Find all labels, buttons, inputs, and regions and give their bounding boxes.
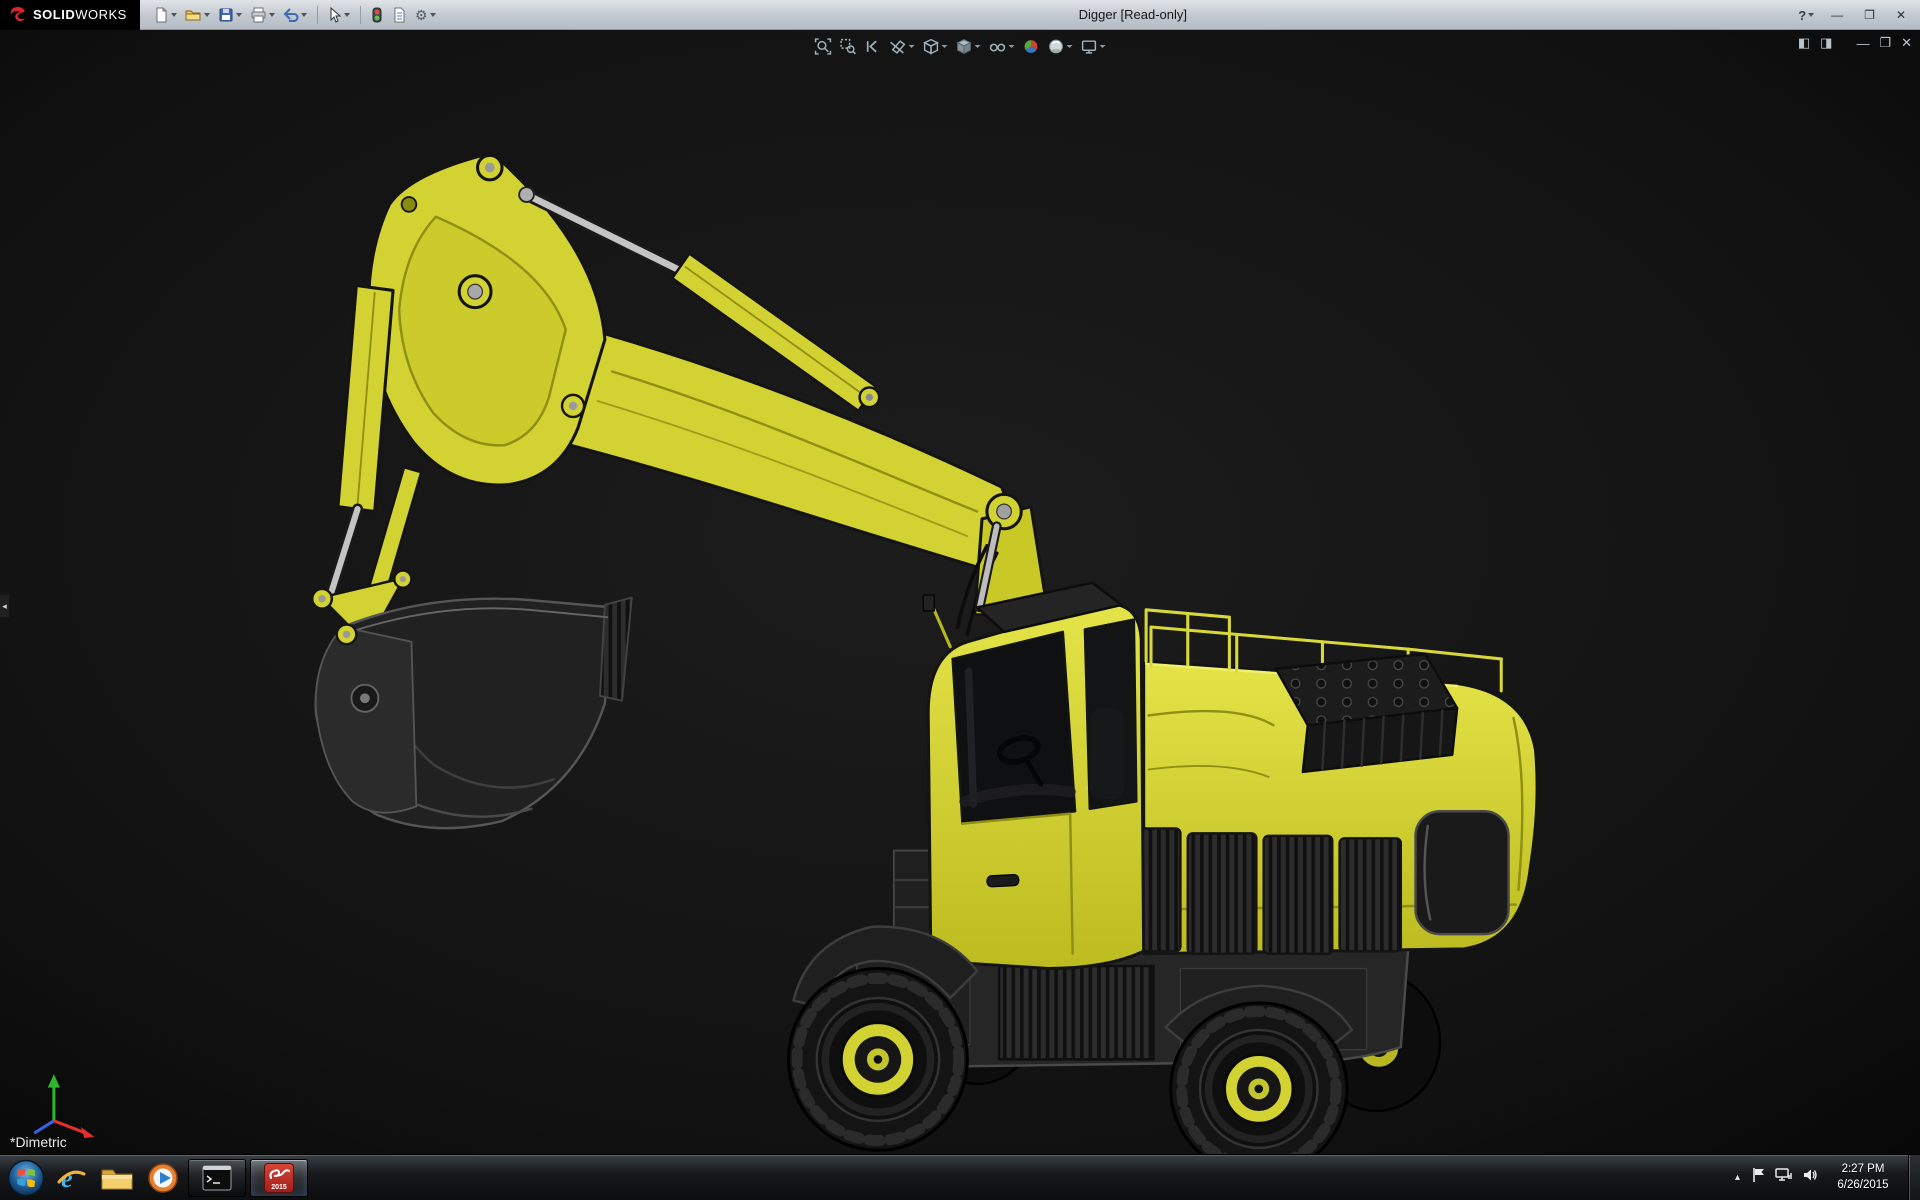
apply-scene-sphere-icon: [1048, 38, 1065, 55]
doc-minimize-button[interactable]: —: [1856, 36, 1869, 51]
print-button[interactable]: [247, 5, 278, 25]
solidworks-logo: SOLIDWORKS: [0, 0, 140, 30]
app-titlebar: SOLIDWORKS: [0, 0, 1920, 30]
display-style-button[interactable]: [954, 37, 983, 56]
model-viewport[interactable]: [0, 30, 1920, 1154]
network-icon: [1775, 1167, 1793, 1183]
doc-restore-button[interactable]: ❐: [1879, 35, 1891, 51]
taskbar-clock[interactable]: 2:27 PM 6/26/2015: [1827, 1162, 1899, 1193]
windows-taskbar: e 2015 ▴: [0, 1154, 1920, 1200]
action-center-button[interactable]: [1751, 1167, 1766, 1188]
open-button[interactable]: [182, 5, 213, 25]
solidworks-version-badge: 2015: [265, 1184, 293, 1191]
section-view-icon: [890, 38, 907, 55]
taskbar-solidworks[interactable]: 2015: [250, 1159, 308, 1197]
display-pane-right-icon[interactable]: ◨: [1820, 35, 1832, 51]
apply-scene-button[interactable]: [1046, 37, 1075, 56]
panel-expand-arrow[interactable]: ◂: [0, 595, 9, 617]
system-tray: ▴ 2:27 PM 6/26/2015: [1733, 1155, 1920, 1200]
rebuild-stoplight-icon: [371, 7, 383, 23]
graphics-area[interactable]: ◧ ◨ — ❐ ✕ ◂ *Dimetric: [0, 30, 1920, 1154]
options-gear-icon: ⚙: [415, 8, 428, 22]
select-cursor-icon: [328, 7, 342, 23]
command-prompt-icon: [202, 1165, 232, 1191]
wheel-rear: [1171, 1003, 1347, 1154]
wheel-front: [789, 969, 968, 1151]
print-icon: [250, 7, 267, 23]
view-settings-button[interactable]: [1079, 37, 1108, 56]
show-hidden-icons-button[interactable]: ▴: [1733, 1172, 1742, 1183]
view-settings-icon: [1081, 38, 1098, 55]
select-button[interactable]: [325, 5, 353, 25]
edit-appearance-ball-icon: [1023, 38, 1040, 55]
taskbar-internet-explorer[interactable]: e: [48, 1155, 94, 1200]
window-minimize-button[interactable]: —: [1827, 7, 1847, 23]
rebuild-button[interactable]: [368, 5, 386, 25]
clock-date: 6/26/2015: [1827, 1178, 1899, 1194]
main-toolbar: ⚙: [150, 5, 439, 25]
view-orientation-cube-icon: [923, 38, 940, 55]
volume-speaker-icon: [1802, 1167, 1818, 1183]
display-pane-left-icon[interactable]: ◧: [1798, 35, 1810, 51]
new-document-button[interactable]: [150, 5, 180, 25]
save-floppy-icon: [218, 7, 234, 23]
previous-view-button[interactable]: [863, 37, 884, 56]
zoom-to-area-button[interactable]: [838, 37, 859, 56]
hide-show-items-button[interactable]: [987, 37, 1017, 56]
display-style-icon: [956, 38, 973, 55]
windows-start-icon: [7, 1159, 45, 1197]
doc-close-button[interactable]: ✕: [1901, 35, 1912, 51]
save-button[interactable]: [215, 5, 245, 25]
taskbar-windows-explorer[interactable]: [94, 1155, 140, 1200]
previous-view-icon: [865, 38, 882, 55]
document-title: Digger [Read-only]: [1079, 7, 1187, 22]
zoom-to-fit-button[interactable]: [813, 37, 834, 56]
taskbar-media-player[interactable]: [140, 1155, 186, 1200]
solidworks-app-icon: 2015: [264, 1163, 294, 1193]
file-properties-icon: [391, 7, 407, 23]
window-close-button[interactable]: ✕: [1892, 7, 1910, 23]
file-properties-button[interactable]: [388, 5, 410, 25]
view-orientation-button[interactable]: [921, 37, 950, 56]
action-center-flag-icon: [1751, 1167, 1766, 1183]
media-player-icon: [147, 1162, 179, 1194]
options-button[interactable]: ⚙: [412, 6, 439, 24]
window-maximize-button[interactable]: ❐: [1860, 7, 1879, 23]
hide-show-glasses-icon: [989, 38, 1007, 55]
open-folder-icon: [185, 7, 202, 23]
undo-button[interactable]: [280, 5, 310, 25]
view-orientation-label: *Dimetric: [10, 1134, 67, 1150]
clock-time: 2:27 PM: [1827, 1162, 1899, 1178]
edit-appearance-button[interactable]: [1021, 37, 1042, 56]
show-desktop-button[interactable]: [1908, 1155, 1920, 1200]
document-window-controls: ◧ ◨ — ❐ ✕: [1798, 35, 1912, 51]
start-button[interactable]: [4, 1156, 48, 1200]
new-document-icon: [153, 7, 169, 23]
solidworks-wordmark: SOLIDWORKS: [33, 7, 127, 22]
undo-arrow-icon: [283, 7, 299, 23]
internet-explorer-icon: e: [55, 1162, 87, 1194]
dassault-3ds-icon: [8, 5, 28, 25]
help-icon: ?: [1798, 8, 1806, 23]
folder-icon: [100, 1163, 134, 1193]
volume-button[interactable]: [1802, 1167, 1818, 1188]
section-view-button[interactable]: [888, 37, 917, 56]
zoom-to-area-icon: [840, 38, 857, 55]
help-button[interactable]: ?: [1798, 8, 1814, 23]
engine-grilles: [1109, 828, 1400, 953]
heads-up-view-toolbar: [813, 37, 1108, 56]
network-status-button[interactable]: [1775, 1167, 1793, 1188]
zoom-to-fit-icon: [815, 38, 832, 55]
taskbar-command-prompt[interactable]: [188, 1159, 246, 1197]
